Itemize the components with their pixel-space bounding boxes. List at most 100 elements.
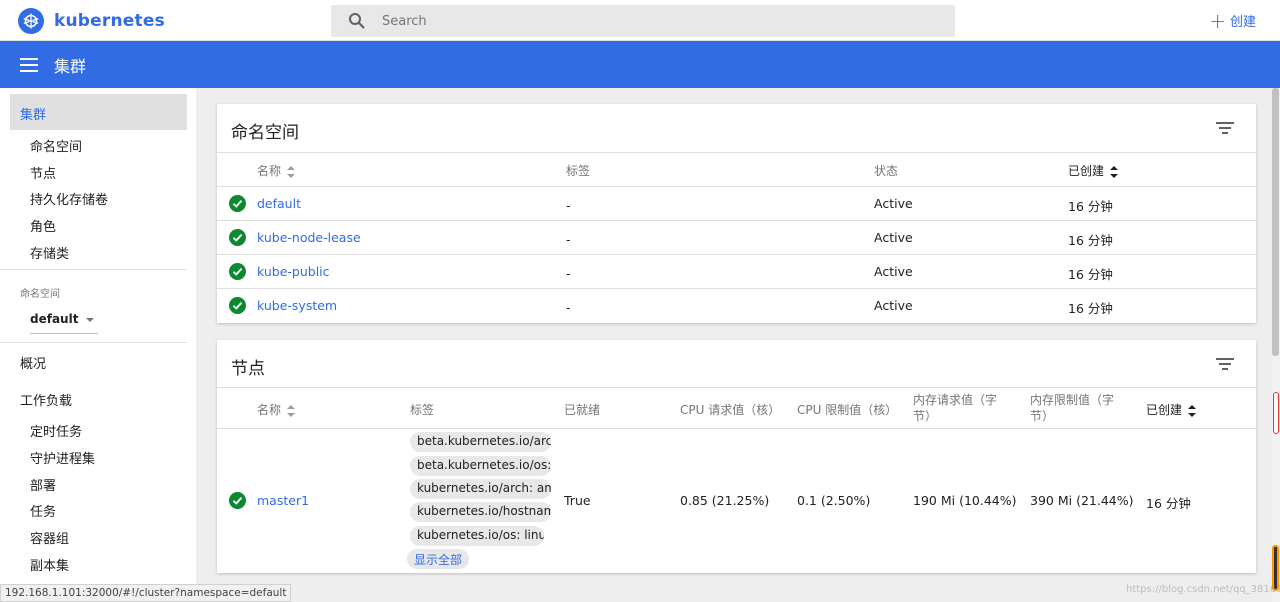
namespace-status: Active <box>874 298 913 313</box>
node-cpu-limits: 0.1 (2.50%) <box>797 493 871 508</box>
namespace-link[interactable]: kube-public <box>257 264 330 279</box>
filter-icon[interactable] <box>1216 358 1234 370</box>
namespace-created: 16 分钟 <box>1068 301 1113 316</box>
column-header-name[interactable]: 名称 <box>257 162 296 179</box>
namespaces-card: 命名空间 名称 标签 状态 已创建 default - Active 16 分钟… <box>217 104 1256 323</box>
row-divider <box>217 186 1256 187</box>
show-all-labels-button[interactable]: 显示全部 <box>407 549 470 569</box>
namespace-select-value: default <box>30 312 79 326</box>
sidebar-item-nodes[interactable]: 节点 <box>30 163 56 182</box>
sidebar-item-cronjobs[interactable]: 定时任务 <box>30 421 82 440</box>
sidebar-divider <box>0 269 187 270</box>
sidebar-item-roles[interactable]: 角色 <box>30 216 56 235</box>
column-header-memory-limits: 内存限制值（字节） <box>1030 393 1115 423</box>
watermark: https://blog.csdn.net/qq_38161486 <box>1126 584 1280 595</box>
row-divider <box>217 254 1256 255</box>
nodes-card-title: 节点 <box>231 359 265 379</box>
sidebar-item-label: 集群 <box>20 108 47 123</box>
search-bar <box>331 5 955 37</box>
namespace-status: Active <box>874 264 913 279</box>
sidebar-item-workloads[interactable]: 工作负载 <box>20 390 72 409</box>
row-divider <box>217 428 1256 429</box>
sidebar-item-daemonsets[interactable]: 守护进程集 <box>30 448 95 467</box>
sidebar-divider <box>0 342 187 343</box>
sidebar-item-pods[interactable]: 容器组 <box>30 528 69 547</box>
sort-icon <box>287 165 296 178</box>
column-header-ready: 已就绪 <box>564 403 601 417</box>
row-divider <box>217 220 1256 221</box>
sidebar-item-namespaces[interactable]: 命名空间 <box>30 136 82 155</box>
node-memory-limits: 390 Mi (21.44%) <box>1030 493 1134 508</box>
check-circle-icon <box>229 263 246 280</box>
scroll-marker <box>1273 392 1279 434</box>
namespace-labels: - <box>566 266 571 281</box>
label-chip: kubernetes.io/os: linux <box>410 526 544 546</box>
namespace-select[interactable]: default <box>30 312 98 334</box>
namespace-link[interactable]: kube-node-lease <box>257 230 361 245</box>
label-chip: beta.kubernetes.io/os: li.. <box>410 456 551 476</box>
scrollbar-thumb[interactable] <box>1272 88 1279 356</box>
sidebar-item-overview[interactable]: 概况 <box>20 353 46 372</box>
check-circle-icon <box>229 297 246 314</box>
label-chip: kubernetes.io/hostname.. <box>410 502 551 522</box>
namespace-created: 16 分钟 <box>1068 267 1113 282</box>
sidebar-item-persistent-volumes[interactable]: 持久化存储卷 <box>30 189 108 208</box>
namespace-created: 16 分钟 <box>1068 233 1113 248</box>
namespace-labels: - <box>566 198 571 213</box>
sort-icon <box>287 404 296 417</box>
namespaces-card-title: 命名空间 <box>231 123 299 143</box>
column-header-cpu-limits: CPU 限制值（核） <box>797 403 898 417</box>
top-bar: kubernetes + 创建 <box>0 0 1280 41</box>
label-chip: beta.kubernetes.io/arch:.. <box>410 432 551 452</box>
check-circle-icon <box>229 195 246 212</box>
create-label: 创建 <box>1229 15 1256 30</box>
sort-icon <box>1110 165 1119 178</box>
nodes-card: 节点 名称 标签 已就绪 CPU 请求值（核） CPU 限制值（核） 内存请求值… <box>217 340 1256 573</box>
status-url: 192.168.1.101:32000/#!/cluster?namespace… <box>0 584 292 602</box>
column-header-created[interactable]: 已创建 <box>1068 162 1119 179</box>
sort-icon <box>1188 404 1197 417</box>
brand-name: kubernetes <box>54 11 165 31</box>
menu-icon[interactable] <box>20 57 38 72</box>
chevron-down-icon <box>86 318 94 322</box>
namespace-created: 16 分钟 <box>1068 199 1113 214</box>
plus-icon: + <box>1209 8 1226 33</box>
node-memory-requests: 190 Mi (10.44%) <box>913 493 1017 508</box>
page-title: 集群 <box>54 56 87 76</box>
page-header: 集群 <box>0 41 1280 88</box>
scrollbar[interactable] <box>1271 88 1280 602</box>
namespace-link[interactable]: default <box>257 196 301 211</box>
row-divider <box>217 288 1256 289</box>
check-circle-icon <box>229 229 246 246</box>
node-link[interactable]: master1 <box>257 493 309 508</box>
sidebar: 集群 命名空间 节点 持久化存储卷 角色 存储类 命名空间 default 概况… <box>0 88 196 602</box>
column-header-labels: 标签 <box>566 164 591 178</box>
sidebar-item-deployments[interactable]: 部署 <box>30 475 56 494</box>
row-divider <box>217 152 1256 153</box>
namespace-labels: - <box>566 232 571 247</box>
namespace-status: Active <box>874 196 913 211</box>
search-icon[interactable] <box>347 11 367 31</box>
node-cpu-requests: 0.85 (21.25%) <box>680 493 770 508</box>
search-input[interactable] <box>382 13 942 29</box>
node-ready: True <box>564 493 591 508</box>
sidebar-item-jobs[interactable]: 任务 <box>30 501 56 520</box>
column-header-status: 状态 <box>874 164 899 178</box>
check-circle-icon <box>229 492 246 509</box>
filter-icon[interactable] <box>1216 122 1234 134</box>
row-divider <box>217 387 1256 388</box>
column-header-cpu-requests: CPU 请求值（核） <box>680 403 781 417</box>
node-created: 16 分钟 <box>1146 496 1191 511</box>
label-chip: kubernetes.io/arch: amd.. <box>410 479 551 499</box>
create-button[interactable]: + 创建 <box>1209 8 1256 33</box>
column-header-name[interactable]: 名称 <box>257 401 296 418</box>
kubernetes-logo-icon <box>18 8 44 34</box>
sidebar-item-storage-classes[interactable]: 存储类 <box>30 243 69 262</box>
column-header-labels: 标签 <box>410 403 435 417</box>
sidebar-item-cluster[interactable]: 集群 <box>10 94 187 130</box>
logo[interactable]: kubernetes <box>18 8 165 34</box>
namespace-labels: - <box>566 300 571 315</box>
column-header-created[interactable]: 已创建 <box>1146 401 1197 418</box>
sidebar-item-replicasets[interactable]: 副本集 <box>30 555 69 574</box>
namespace-link[interactable]: kube-system <box>257 298 337 313</box>
